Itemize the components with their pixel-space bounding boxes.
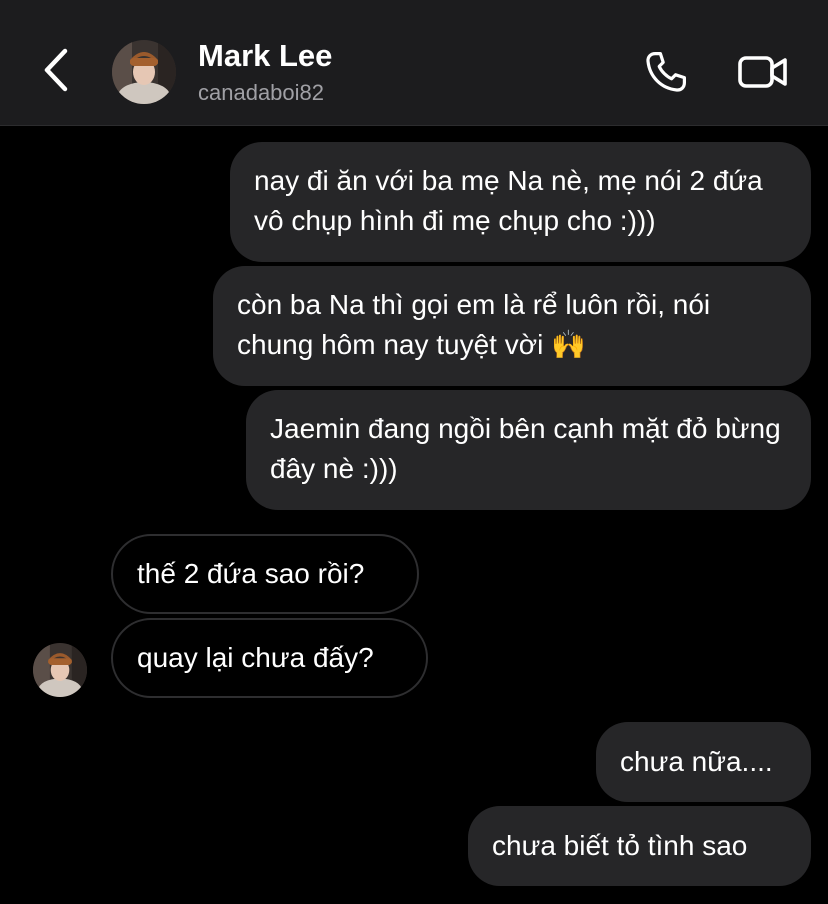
phone-icon: [646, 52, 686, 92]
message-incoming[interactable]: quay lại chưa đấy?: [111, 618, 428, 698]
video-camera-icon: [738, 56, 787, 88]
back-button[interactable]: [34, 44, 78, 96]
chevron-left-icon: [44, 48, 68, 92]
message-outgoing[interactable]: chưa nữa....: [596, 722, 811, 802]
contact-avatar[interactable]: [112, 40, 176, 104]
avatar-image: [33, 643, 87, 697]
message-text: thế 2 đứa sao rồi?: [137, 558, 365, 589]
message-incoming[interactable]: thế 2 đứa sao rồi?: [111, 534, 419, 614]
message-outgoing[interactable]: chưa biết tỏ tình sao: [468, 806, 811, 886]
message-text: Jaemin đang ngồi bên cạnh mặt đỏ bừng đâ…: [270, 413, 781, 484]
contact-name: Mark Lee: [198, 38, 333, 73]
video-call-button[interactable]: [734, 46, 792, 98]
raising-hands-emoji: 🙌: [551, 328, 586, 361]
message-outgoing[interactable]: nay đi ăn với ba mẹ Na nè, mẹ nói 2 đứa …: [230, 142, 811, 262]
message-outgoing[interactable]: Jaemin đang ngồi bên cạnh mặt đỏ bừng đâ…: [246, 390, 811, 510]
message-text: nay đi ăn với ba mẹ Na nè, mẹ nói 2 đứa …: [254, 165, 763, 236]
message-text: còn ba Na thì gọi em là rể luôn rồi, nói…: [237, 289, 711, 360]
chat-header: Mark Lee canadaboi82: [0, 0, 828, 126]
avatar-image: [112, 40, 176, 104]
message-outgoing[interactable]: còn ba Na thì gọi em là rể luôn rồi, nói…: [213, 266, 811, 386]
message-text: quay lại chưa đấy?: [137, 642, 374, 673]
sender-avatar[interactable]: [33, 643, 87, 697]
message-text: chưa biết tỏ tình sao: [492, 830, 748, 861]
contact-username: canadaboi82: [198, 80, 325, 105]
voice-call-button[interactable]: [640, 46, 692, 98]
message-text: chưa nữa....: [620, 746, 773, 777]
